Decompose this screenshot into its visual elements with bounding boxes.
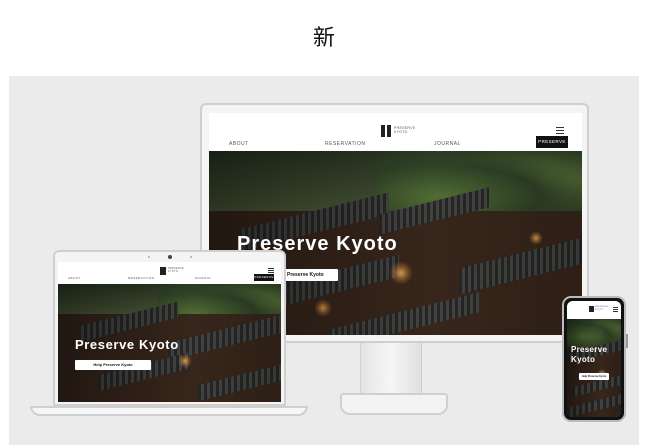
preserve-cta-button[interactable]: PRESERVE	[536, 136, 568, 148]
logo-text-line2: KYOTO	[394, 130, 408, 134]
camera-indicator	[148, 256, 150, 258]
hero-button[interactable]: Preserve Kyoto	[284, 269, 338, 281]
hamburger-menu-icon[interactable]	[613, 307, 618, 314]
site-header: PRESERVE KYOTO ABOUT RESERVATION JOURNAL…	[58, 262, 281, 284]
smartphone: PRESERVE KYOTO Preserve Kyoto Help Prese…	[562, 296, 628, 422]
nav-reservation[interactable]: RESERVATION	[128, 276, 155, 280]
logo-text-line2: KYOTO	[595, 308, 604, 311]
nav-reservation[interactable]: RESERVATION	[325, 141, 366, 147]
nav-about[interactable]: ABOUT	[229, 141, 249, 147]
nav-journal[interactable]: JOURNAL	[194, 276, 212, 280]
page-heading: 新	[312, 26, 335, 51]
logo-icon	[160, 267, 166, 275]
phone-side-button	[626, 334, 628, 348]
logo-icon-stroke	[385, 125, 387, 137]
laptop-base	[30, 406, 308, 416]
camera-icon	[168, 255, 172, 259]
camera-indicator	[190, 256, 192, 258]
preserve-cta-button[interactable]: PRESERVE	[254, 274, 274, 281]
hero-title: Preserve Kyoto	[75, 337, 179, 352]
monitor-stand-neck	[360, 343, 422, 395]
hero-title: Preserve Kyoto	[571, 345, 608, 364]
hamburger-menu-icon[interactable]	[556, 127, 564, 136]
nav-journal[interactable]: JOURNAL	[434, 141, 461, 147]
logo-text: PRESERVE KYOTO	[394, 126, 415, 134]
phone-screen: PRESERVE KYOTO Preserve Kyoto Help Prese…	[567, 301, 621, 417]
logo-text-line2: KYOTO	[168, 270, 179, 273]
site-header: PRESERVE KYOTO ABOUT RESERVATION JOURNAL…	[209, 113, 582, 151]
site-header: PRESERVE KYOTO	[567, 301, 621, 319]
nav-about[interactable]: ABOUT	[68, 276, 81, 280]
monitor-stand-base	[340, 393, 448, 415]
hero-button[interactable]: Help Preserve Kyoto	[75, 360, 151, 370]
logo-text: PRESERVE KYOTO	[168, 267, 184, 273]
logo-icon	[589, 306, 594, 312]
hero-button[interactable]: Help Preserve Kyoto	[579, 373, 609, 380]
hero-image	[567, 319, 621, 417]
page: 新 PRESERVE KYOTO ABOUT RESERVATION JOURN…	[0, 0, 648, 445]
laptop-screen: PRESERVE KYOTO ABOUT RESERVATION JOURNAL…	[58, 262, 281, 402]
laptop: PRESERVE KYOTO ABOUT RESERVATION JOURNAL…	[53, 250, 286, 406]
logo-text: PRESERVE KYOTO	[595, 306, 608, 311]
